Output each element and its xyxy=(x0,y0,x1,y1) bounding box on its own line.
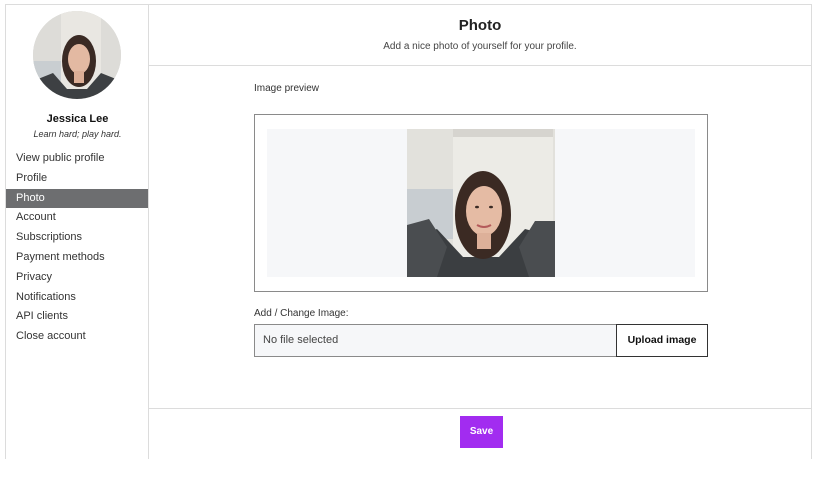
footer: Save xyxy=(149,408,811,461)
avatar xyxy=(33,11,121,99)
user-name: Jessica Lee xyxy=(46,113,109,125)
sidebar-item-privacy[interactable]: Privacy xyxy=(6,268,148,288)
sidebar-item-payment-methods[interactable]: Payment methods xyxy=(6,248,148,268)
sidebar: Jessica Lee Learn hard; play hard. View … xyxy=(6,5,149,459)
add-change-image-label: Add / Change Image: xyxy=(254,308,349,319)
sidebar-item-notifications[interactable]: Notifications xyxy=(6,288,148,308)
sidebar-nav: View public profile Profile Photo Accoun… xyxy=(6,149,148,347)
page-title: Photo xyxy=(458,17,502,34)
file-input[interactable]: No file selected xyxy=(254,324,617,357)
main-content: Photo Add a nice photo of yourself for y… xyxy=(149,5,811,459)
sidebar-item-photo[interactable]: Photo xyxy=(6,188,148,209)
sidebar-item-profile[interactable]: Profile xyxy=(6,169,148,189)
page-subtitle: Add a nice photo of yourself for your pr… xyxy=(383,41,577,52)
preview-photo xyxy=(407,129,555,277)
sidebar-item-api-clients[interactable]: API clients xyxy=(6,307,148,327)
save-button[interactable]: Save xyxy=(460,416,503,448)
sidebar-item-account[interactable]: Account xyxy=(6,208,148,228)
sidebar-item-subscriptions[interactable]: Subscriptions xyxy=(6,228,148,248)
image-preview-label: Image preview xyxy=(254,83,320,94)
page-header: Photo Add a nice photo of yourself for y… xyxy=(149,5,811,66)
sidebar-item-view-public-profile[interactable]: View public profile xyxy=(6,149,148,169)
image-preview-area xyxy=(267,129,695,277)
upload-image-button[interactable]: Upload image xyxy=(616,324,708,357)
user-tagline: Learn hard; play hard. xyxy=(33,129,122,139)
image-preview-box xyxy=(254,114,708,292)
app-frame: Jessica Lee Learn hard; play hard. View … xyxy=(5,4,812,459)
sidebar-item-close-account[interactable]: Close account xyxy=(6,327,148,347)
